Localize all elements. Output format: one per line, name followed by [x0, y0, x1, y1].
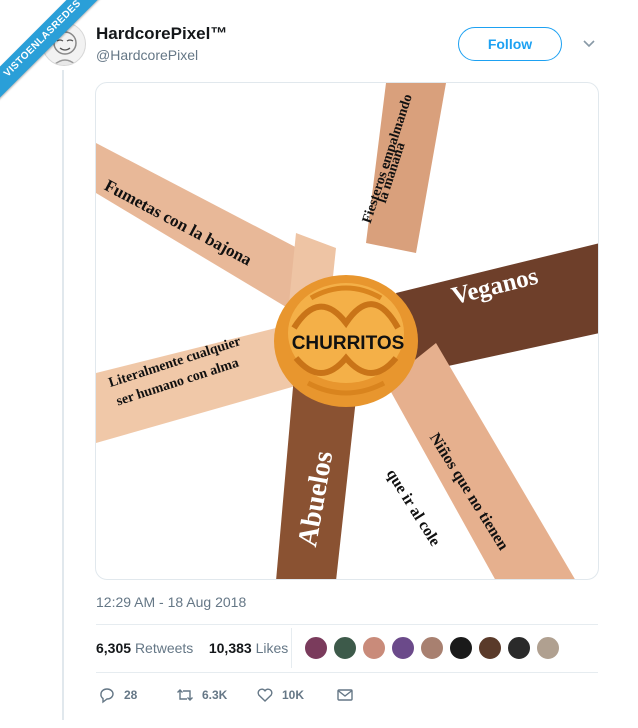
tweet-image[interactable]: CHURRITOS Fumetas con la bajona Fiestero…: [95, 82, 599, 580]
liker-avatar[interactable]: [362, 636, 386, 660]
user-handle[interactable]: @HardcorePixel: [96, 47, 198, 63]
arm-ninos: [386, 343, 575, 579]
liker-avatar[interactable]: [478, 636, 502, 660]
liker-avatar[interactable]: [507, 636, 531, 660]
center-label: CHURRITOS: [292, 333, 405, 354]
thread-line: [62, 70, 64, 720]
likes-count[interactable]: 10,383: [209, 640, 252, 656]
reply-button[interactable]: 28: [98, 686, 137, 704]
reply-count: 28: [124, 688, 138, 702]
likes-label[interactable]: Likes: [256, 640, 289, 656]
liker-avatar[interactable]: [420, 636, 444, 660]
retweet-button[interactable]: 6.3K: [176, 686, 227, 704]
liker-avatar[interactable]: [536, 636, 560, 660]
chevron-down-icon[interactable]: [582, 36, 596, 50]
follow-button[interactable]: Follow: [458, 27, 562, 61]
retweet-icon: [177, 689, 193, 701]
liker-avatar[interactable]: [333, 636, 357, 660]
divider-top: [96, 624, 598, 625]
stats-separator: [291, 628, 292, 668]
retweet-count: 6.3K: [202, 688, 228, 702]
retweets-label[interactable]: Retweets: [135, 640, 193, 656]
liker-avatar[interactable]: [304, 636, 328, 660]
liker-avatar[interactable]: [449, 636, 473, 660]
tweet-timestamp[interactable]: 12:29 AM - 18 Aug 2018: [96, 594, 246, 610]
display-name[interactable]: HardcorePixel™: [96, 24, 227, 44]
meme-arms-graphic: CHURRITOS: [96, 83, 598, 579]
like-count: 10K: [282, 688, 305, 702]
watermark-ribbon: VISTOENLASREDES: [0, 0, 110, 110]
heart-icon: [257, 688, 273, 702]
retweets-count[interactable]: 6,305: [96, 640, 131, 656]
liker-avatar[interactable]: [391, 636, 415, 660]
tweet-stats: 6,305 Retweets 10,383 Likes: [96, 640, 288, 656]
reply-icon: [100, 688, 114, 704]
divider-bottom: [96, 672, 598, 673]
like-button[interactable]: 10K: [256, 686, 304, 704]
envelope-icon: [337, 689, 353, 701]
watermark-text: VISTOENLASREDES: [0, 0, 110, 107]
message-button[interactable]: [336, 686, 354, 704]
